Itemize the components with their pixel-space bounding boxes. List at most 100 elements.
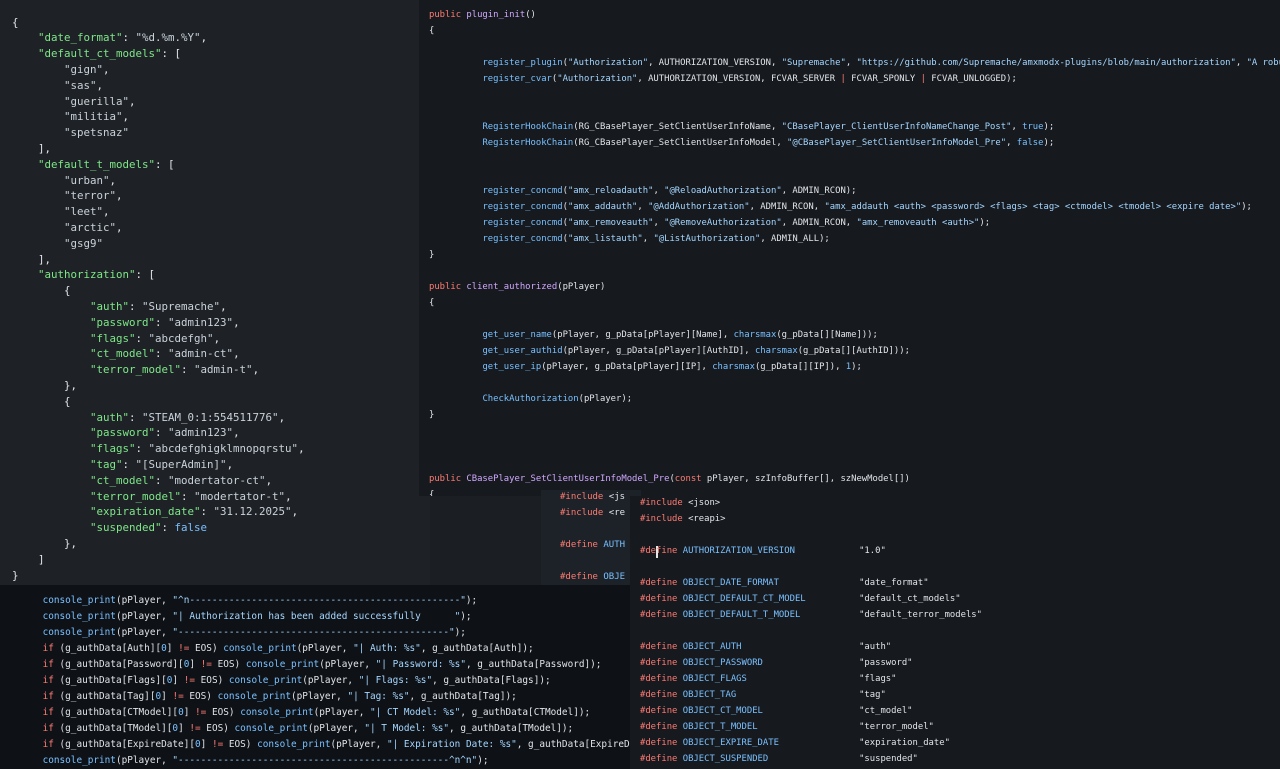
code-token: != (178, 643, 190, 655)
code-line: { (429, 295, 434, 311)
code-token: OBJE (597, 572, 626, 583)
code-token: "date_format" (859, 578, 929, 589)
code-token: "amx_reloadauth" (567, 186, 654, 197)
code-line: #define OBJE (560, 569, 625, 585)
code-token: (g_authData[CTModel][ (53, 707, 179, 719)
code-token: : (155, 473, 169, 487)
code-token: AUTHORIZATION_VERSION (677, 546, 860, 557)
code-line: } (429, 247, 434, 263)
code-token: "amx_listauth" (567, 234, 643, 245)
code-token: "abcdefghigklmnopqrstu" (148, 442, 299, 456)
code-token: "flags" (90, 442, 136, 456)
code-token: "@RemoveAuthorization" (664, 218, 782, 229)
code-line: #define OBJECT_DEFAULT_CT_MODEL "default… (640, 591, 961, 607)
code-token: (g_authData[Tag][ (53, 691, 156, 703)
code-token: "flags" (90, 331, 136, 345)
code-token: "auth" (90, 410, 130, 424)
code-token: "urban" (64, 173, 110, 187)
code-token: } (429, 410, 435, 421)
code-token: #define (640, 690, 678, 701)
code-token: register_concmd (482, 218, 563, 229)
code-token: "[SuperAdmin]" (135, 457, 227, 471)
code-token: "terror_model" (90, 489, 182, 503)
code-line: "gign", (12, 62, 110, 78)
code-token: : (161, 521, 175, 535)
code-token: , (129, 94, 136, 108)
code-line: "tag": "[SuperAdmin]", (12, 457, 233, 473)
code-token: (pPlayer); (578, 394, 633, 405)
code-token: ] (161, 691, 173, 703)
code-token: EOS) (195, 675, 229, 687)
code-line: get_user_authid(pPlayer, g_pData[pPlayer… (429, 343, 910, 359)
code-token: , (103, 62, 110, 76)
code-token: (g_authData[Password][ (53, 659, 184, 671)
code-token: "| Authorization has been added successf… (172, 611, 461, 623)
code-token: "Authorization" (567, 58, 649, 69)
code-token: ], (12, 252, 52, 266)
code-line: RegisterHookChain(RG_CBasePlayer_SetClie… (429, 119, 1054, 135)
code-token: #define (640, 578, 678, 589)
code-token: "@CBasePlayer_SetClientUserInfoModel_Pre… (787, 138, 1007, 149)
code-token: "terror_model" (90, 363, 182, 377)
code-line: "password": "admin123", (12, 425, 240, 441)
code-token: , AUTHORIZATION_VERSION, FCVAR_SERVER (637, 74, 841, 85)
code-token: , g_authData[CTModel]); (460, 707, 591, 719)
code-token: "| CT Model: %s" (370, 707, 461, 719)
code-token: (g_pData[][Name])); (776, 330, 878, 341)
plugin-source-pane: public plugin_init() { register_plugin("A… (419, 0, 1280, 496)
code-token: "| Auth: %s" (353, 643, 421, 655)
code-token: (g_pData[][AuthID])); (797, 346, 910, 357)
code-token: "| Flags: %s" (358, 675, 433, 687)
code-token: public (429, 282, 467, 293)
code-token: ); (1043, 138, 1055, 149)
code-token: "| Password: %s" (375, 659, 466, 671)
code-token: : (181, 489, 195, 503)
code-token: #define (560, 540, 598, 551)
code-line: "default_ct_models": [ (12, 46, 181, 62)
code-token: (pPlayer, (313, 707, 371, 719)
code-line: "sas", (12, 78, 103, 94)
code-line: "expiration_date": "31.12.2025", (12, 504, 298, 520)
code-token: ); (1241, 202, 1252, 213)
code-token: OBJECT_T_MODEL (677, 722, 860, 733)
code-token: (pPlayer, g_pData[pPlayer][AuthID], (562, 346, 755, 357)
code-token: "password" (90, 315, 156, 329)
code-token: ] (183, 707, 196, 719)
code-token: "auth" (90, 299, 130, 313)
code-token: console_print (217, 691, 291, 703)
code-token: "spetsnaz" (64, 126, 130, 140)
code-token: != (200, 659, 212, 671)
code-line: { (12, 283, 71, 299)
code-token: , (116, 189, 123, 203)
code-token: , g_authData[ExpireDate]); (516, 739, 640, 751)
code-token: () (525, 10, 536, 21)
code-line: console_print(pPlayer, "----------------… (20, 625, 466, 641)
code-token: console_print (42, 627, 116, 639)
code-line: } (429, 407, 434, 423)
code-token: { (12, 394, 71, 408)
code-token: OBJECT_AUTH (677, 642, 860, 653)
code-line: }, (12, 536, 77, 552)
code-token: OBJECT_PASSWORD (677, 658, 860, 669)
code-line: register_cvar("Authorization", AUTHORIZA… (429, 71, 1016, 87)
code-token: "expiration_date" (90, 505, 201, 519)
code-token: "gign" (64, 62, 104, 76)
code-token: ); (460, 611, 472, 623)
code-token: (pPlayer, (290, 691, 348, 703)
code-token: , (122, 110, 130, 124)
code-token: <re (603, 508, 626, 519)
code-token: #define (640, 754, 678, 765)
code-token: , ADMIN_RCON, (781, 218, 857, 229)
code-token: charsmax (712, 362, 755, 373)
